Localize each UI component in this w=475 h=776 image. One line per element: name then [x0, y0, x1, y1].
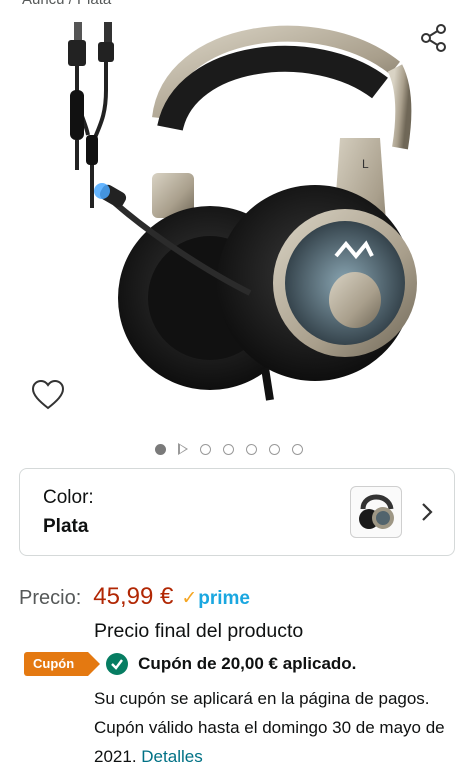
- check-circle-icon: [106, 653, 129, 675]
- coupon-info: Su cupón se aplicará en la página de pag…: [94, 684, 464, 771]
- coupon-details-link[interactable]: Detalles: [141, 747, 202, 766]
- wishlist-button[interactable]: [28, 376, 68, 414]
- prime-check-icon: ✓: [181, 588, 198, 609]
- prime-badge: ✓ prime: [181, 587, 250, 610]
- svg-text:L: L: [362, 157, 369, 171]
- price-row: Precio: 45,99 € ✓ prime: [19, 583, 250, 611]
- video-play-icon[interactable]: [178, 443, 188, 455]
- price-label: Precio:: [19, 587, 82, 609]
- carousel-dot[interactable]: [269, 443, 280, 455]
- share-button[interactable]: [416, 20, 452, 56]
- color-thumbnail[interactable]: [350, 486, 402, 538]
- color-value: Plata: [43, 516, 89, 537]
- headset-thumbnail-icon: [359, 494, 394, 529]
- carousel-dot[interactable]: [223, 443, 234, 455]
- image-carousel-indicators[interactable]: [155, 443, 303, 455]
- color-label: Color:: [43, 487, 94, 508]
- coupon-applied-text: Cupón de 20,00 € aplicado.: [138, 654, 357, 673]
- carousel-dot-active[interactable]: [155, 443, 166, 455]
- prime-text: prime: [198, 588, 250, 609]
- coupon-badge: Cupón: [24, 652, 101, 676]
- price-value: 45,99 €: [93, 583, 174, 610]
- carousel-dot[interactable]: [200, 443, 211, 455]
- heart-icon: [31, 380, 65, 410]
- product-image[interactable]: L: [60, 8, 420, 408]
- color-selector[interactable]: Color: Plata: [19, 468, 455, 556]
- carousel-dot[interactable]: [246, 443, 257, 455]
- final-price-note: Precio final del producto: [94, 620, 304, 642]
- title-cut-text: Auricu / Plata: [22, 0, 111, 8]
- chevron-right-icon: [422, 503, 433, 521]
- carousel-dot[interactable]: [292, 443, 303, 455]
- coupon-row: Cupón Cupón de 20,00 € aplicado.: [24, 652, 356, 676]
- share-icon: [421, 24, 446, 52]
